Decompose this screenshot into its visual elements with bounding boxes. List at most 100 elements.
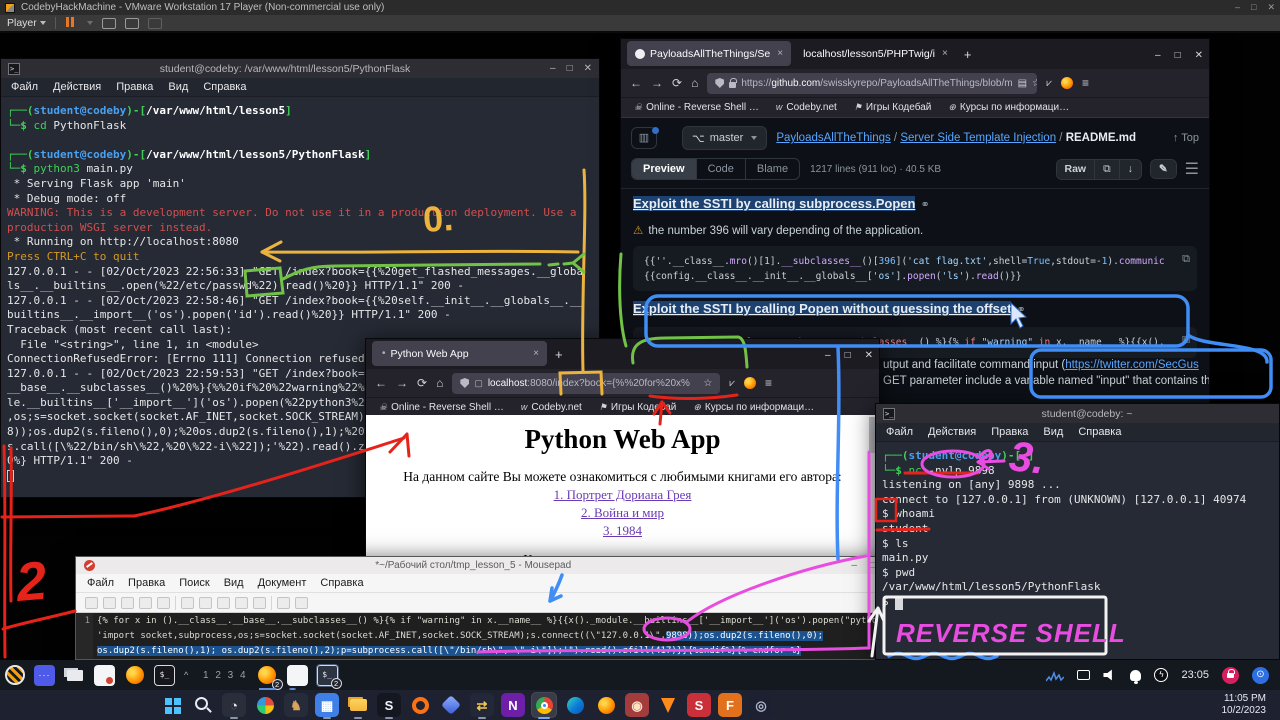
menu-actions[interactable]: Действия (928, 426, 976, 438)
power-manager-icon[interactable]: ϟ (1154, 668, 1168, 682)
minimize-button[interactable]: – (1155, 50, 1161, 61)
menu-actions[interactable]: Действия (53, 81, 101, 93)
redo-icon[interactable] (199, 597, 212, 609)
lock-screen-icon[interactable] (1222, 667, 1239, 684)
close-button[interactable]: ✕ (1195, 50, 1203, 61)
copy-icon[interactable] (235, 597, 248, 609)
menu-view[interactable]: Вид (224, 577, 244, 589)
ctrl-alt-del-button[interactable] (102, 18, 116, 29)
menu-view[interactable]: Вид (168, 81, 188, 93)
open-file-icon[interactable] (103, 597, 116, 609)
editor-area[interactable]: 1 {% for x in ().__class__.__base__.__su… (76, 613, 884, 659)
lock-icon[interactable] (729, 82, 736, 88)
book-link-2[interactable]: 2. Война и мир (366, 505, 879, 521)
minimize-button[interactable]: – (825, 350, 831, 361)
reload-button[interactable]: ⟳ (417, 376, 427, 390)
menu-edit[interactable]: Правка (128, 577, 165, 589)
tab-close-icon[interactable]: × (777, 48, 783, 59)
firefox-account-icon[interactable] (1061, 77, 1073, 89)
app-menu-button[interactable]: ≡ (765, 376, 772, 390)
download-icon[interactable]: ↓ (1119, 160, 1141, 179)
shield-icon[interactable] (460, 378, 469, 388)
bookmark-codeby[interactable]: wCodeby.net (776, 102, 837, 113)
pocket-icon[interactable]: ⩗ (1046, 78, 1052, 89)
terminal-output[interactable]: ┌──(student@codeby)-[~]└─$ nc -nvlp 9898… (876, 442, 1279, 610)
tab-preview[interactable]: Preview (632, 159, 696, 179)
bookmark-star-icon[interactable]: ☆ (703, 378, 712, 389)
back-to-top-link[interactable]: ↑ Top (1173, 132, 1199, 144)
forward-button[interactable]: → (396, 376, 408, 390)
breadcrumb-folder[interactable]: Server Side Template Injection (900, 132, 1056, 144)
vmware-workstation-icon[interactable] (439, 693, 463, 717)
chevron-up-icon[interactable]: ^ (184, 670, 194, 680)
raw-button[interactable]: Raw (1057, 160, 1095, 179)
tab-close-icon[interactable]: × (533, 348, 539, 359)
cut-icon[interactable] (217, 597, 230, 609)
search-replace-icon[interactable] (295, 597, 308, 609)
chevron-down-icon[interactable] (87, 21, 93, 25)
code-block-subprocess[interactable]: {{''.__class__.mro()[1].__subclasses__()… (633, 246, 1197, 291)
tab-blame[interactable]: Blame (745, 159, 799, 179)
terminal-titlebar[interactable]: >_ student@codeby: /var/www/html/lesson5… (1, 59, 599, 78)
new-tab-button[interactable]: + (555, 347, 563, 362)
bookmark-games[interactable]: ⚑Игры Кодебай (854, 102, 932, 113)
vmware-maximize-button[interactable]: □ (1251, 2, 1256, 13)
menu-search[interactable]: Поиск (179, 577, 209, 589)
new-file-icon[interactable] (85, 597, 98, 609)
anchor-link-icon[interactable]: ⚭ (1016, 304, 1025, 316)
close-button[interactable]: ✕ (865, 350, 873, 361)
bookmark-star-icon[interactable]: ☆ (1032, 78, 1037, 89)
display-icon[interactable] (1077, 670, 1090, 680)
f-book-app-icon[interactable]: F (718, 693, 742, 717)
vmware-close-button[interactable]: ✕ (1267, 2, 1275, 13)
menu-file[interactable]: Файл (87, 577, 114, 589)
editor-text[interactable]: {% for x in ().__class__.__base__.__subc… (93, 613, 884, 659)
vm-clock[interactable]: 23:05 (1181, 669, 1209, 681)
ring-app-icon[interactable] (408, 693, 432, 717)
shield-icon[interactable] (715, 78, 724, 88)
menu-document[interactable]: Документ (258, 577, 307, 589)
menu-edit[interactable]: Правка (116, 81, 153, 93)
menu-edit[interactable]: Правка (991, 426, 1028, 438)
search-icon[interactable] (277, 597, 290, 609)
firefox-launcher-icon[interactable] (124, 665, 145, 686)
print-icon[interactable] (157, 597, 170, 609)
minimize-button[interactable]: – (851, 560, 857, 571)
cam-app-icon[interactable]: ◎ (749, 693, 773, 717)
paste-icon[interactable] (253, 597, 266, 609)
bookmark-courses[interactable]: ⊕Курсы по информаци… (948, 102, 1069, 113)
volume-icon[interactable] (1103, 669, 1117, 681)
minimize-button[interactable]: – (550, 63, 556, 74)
book-link-1[interactable]: 1. Портрет Дориана Грея (366, 487, 879, 503)
figure-app-icon[interactable]: ♞ (284, 693, 308, 717)
reload-button[interactable]: ⟳ (672, 76, 682, 90)
edit-pencil-icon[interactable]: ✎ (1151, 160, 1176, 178)
copy-code-icon[interactable]: ⧉ (1182, 251, 1190, 266)
edge-icon[interactable] (563, 693, 587, 717)
reader-mode-icon[interactable]: ▤ (1018, 78, 1027, 89)
tab-close-icon[interactable]: × (942, 48, 948, 59)
maximize-button[interactable]: □ (567, 63, 573, 74)
onenote-icon[interactable]: N (501, 693, 525, 717)
tab-code[interactable]: Code (696, 159, 745, 179)
bookmark-reverse-shell[interactable]: ☠Online - Reverse Shell … (634, 102, 759, 113)
bookmark-codeby[interactable]: wCodeby.net (521, 402, 582, 413)
mousepad-titlebar[interactable]: *~/Рабочий стол/tmp_lesson_5 - Mousepad … (76, 557, 884, 574)
save-icon[interactable] (121, 597, 134, 609)
file-manager-icon[interactable] (64, 665, 85, 686)
firefox-icon[interactable] (594, 693, 618, 717)
menu-file[interactable]: Файл (11, 81, 38, 93)
maximize-button[interactable]: □ (845, 350, 851, 361)
twitter-link[interactable]: https://twitter.com/SecGus (1065, 359, 1199, 371)
breadcrumb-repo[interactable]: PayloadsAllTheThings (776, 132, 890, 144)
workspace-switcher[interactable]: 1 2 3 4 (203, 670, 248, 681)
new-tab-button[interactable]: + (964, 47, 972, 62)
outline-icon[interactable]: ☰ (1185, 159, 1199, 179)
file-explorer-icon[interactable] (346, 693, 370, 717)
arrows-app-icon[interactable]: ⇄ (470, 693, 494, 717)
menu-help[interactable]: Справка (203, 81, 246, 93)
app-launcher-icon[interactable]: ··· (34, 665, 55, 686)
back-button[interactable]: ← (375, 376, 387, 390)
menu-view[interactable]: Вид (1043, 426, 1063, 438)
save-as-icon[interactable] (139, 597, 152, 609)
